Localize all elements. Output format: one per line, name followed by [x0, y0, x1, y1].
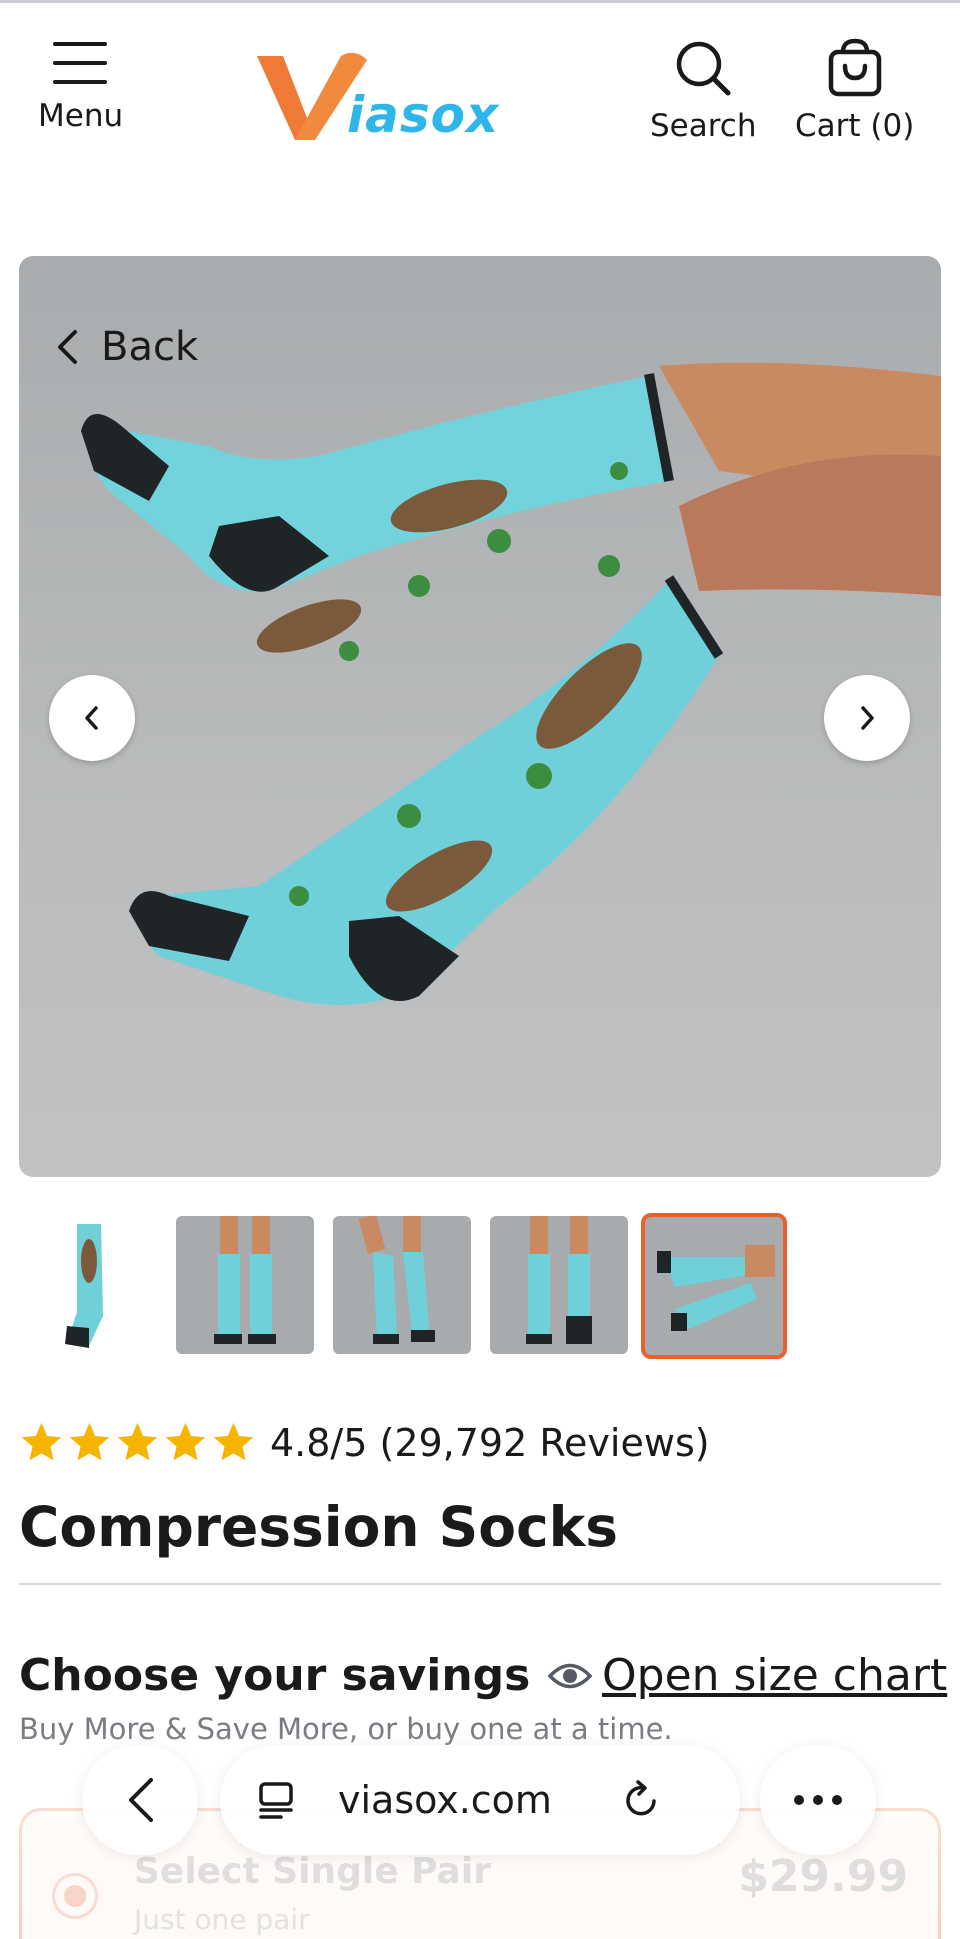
- star-rating: [19, 1420, 256, 1465]
- star-icon: [213, 1422, 254, 1461]
- chevron-left-icon: [85, 706, 98, 730]
- star-icon: [117, 1422, 158, 1461]
- divider: [19, 1583, 941, 1585]
- more-horizontal-icon: [794, 1795, 842, 1805]
- back-link[interactable]: Back: [55, 324, 198, 370]
- savings-heading: Choose your savings: [19, 1650, 531, 1701]
- product-title: Compression Socks: [19, 1495, 618, 1559]
- site-header: Menu iasox Search Cart (0): [0, 0, 960, 200]
- star-icon: [69, 1422, 110, 1461]
- option-subtitle: Just one pair: [134, 1903, 310, 1936]
- hamburger-icon: [52, 42, 107, 84]
- thumbnail-4[interactable]: [490, 1216, 628, 1354]
- reload-icon[interactable]: [622, 1779, 662, 1821]
- star-icon: [165, 1422, 206, 1461]
- gallery-prev-button[interactable]: [49, 675, 135, 761]
- search-button[interactable]: Search: [650, 38, 757, 144]
- menu-button[interactable]: Menu: [38, 38, 123, 134]
- product-image-gallery[interactable]: Back: [19, 256, 941, 1177]
- product-photo-compression-socks: [81, 362, 941, 1005]
- search-label: Search: [650, 108, 757, 144]
- eye-icon: [548, 1663, 592, 1688]
- option-radio[interactable]: [52, 1873, 98, 1919]
- chevron-left-icon: [129, 1778, 153, 1822]
- thumbnail-1[interactable]: [19, 1216, 157, 1354]
- option-title: Select Single Pair: [134, 1851, 491, 1892]
- cart-button[interactable]: Cart (0): [795, 38, 914, 144]
- shopping-bag-icon: [828, 38, 881, 97]
- site-logo[interactable]: iasox: [255, 48, 515, 148]
- thumbnail-image: [657, 1245, 775, 1331]
- url-text: viasox.com: [338, 1778, 552, 1822]
- savings-subtitle: Buy More & Save More, or buy one at a ti…: [19, 1712, 673, 1746]
- rating-text: 4.8/5 (29,792 Reviews): [270, 1420, 710, 1465]
- thumbnail-3[interactable]: [333, 1216, 471, 1354]
- chevron-left-icon: [58, 330, 77, 364]
- star-icon: [21, 1422, 62, 1461]
- cart-label: Cart (0): [795, 108, 915, 144]
- thumbnail-image: [214, 1216, 276, 1344]
- option-price: $29.99: [738, 1851, 908, 1902]
- logo-wordmark: iasox: [347, 86, 500, 144]
- size-chart-link[interactable]: Open size chart: [548, 1650, 947, 1701]
- thumbnail-2[interactable]: [176, 1216, 314, 1354]
- size-chart-label: Open size chart: [602, 1650, 948, 1701]
- back-label: Back: [101, 324, 199, 370]
- thumbnail-strip: [19, 1213, 941, 1359]
- page-tabs-icon: [259, 1782, 293, 1819]
- browser-more-button[interactable]: [760, 1745, 876, 1855]
- browser-back-button[interactable]: [82, 1745, 198, 1855]
- thumbnail-image: [358, 1216, 435, 1344]
- thumbnail-image: [526, 1216, 592, 1344]
- chevron-right-icon: [861, 706, 874, 730]
- gallery-next-button[interactable]: [824, 675, 910, 761]
- menu-label: Menu: [38, 98, 124, 134]
- search-icon: [677, 41, 731, 96]
- browser-url-bar[interactable]: viasox.com: [220, 1745, 740, 1855]
- radio-dot: [64, 1885, 86, 1907]
- product-rating[interactable]: 4.8/5 (29,792 Reviews): [19, 1420, 710, 1465]
- thumbnail-image: [65, 1224, 103, 1348]
- thumbnail-5[interactable]: [641, 1213, 787, 1359]
